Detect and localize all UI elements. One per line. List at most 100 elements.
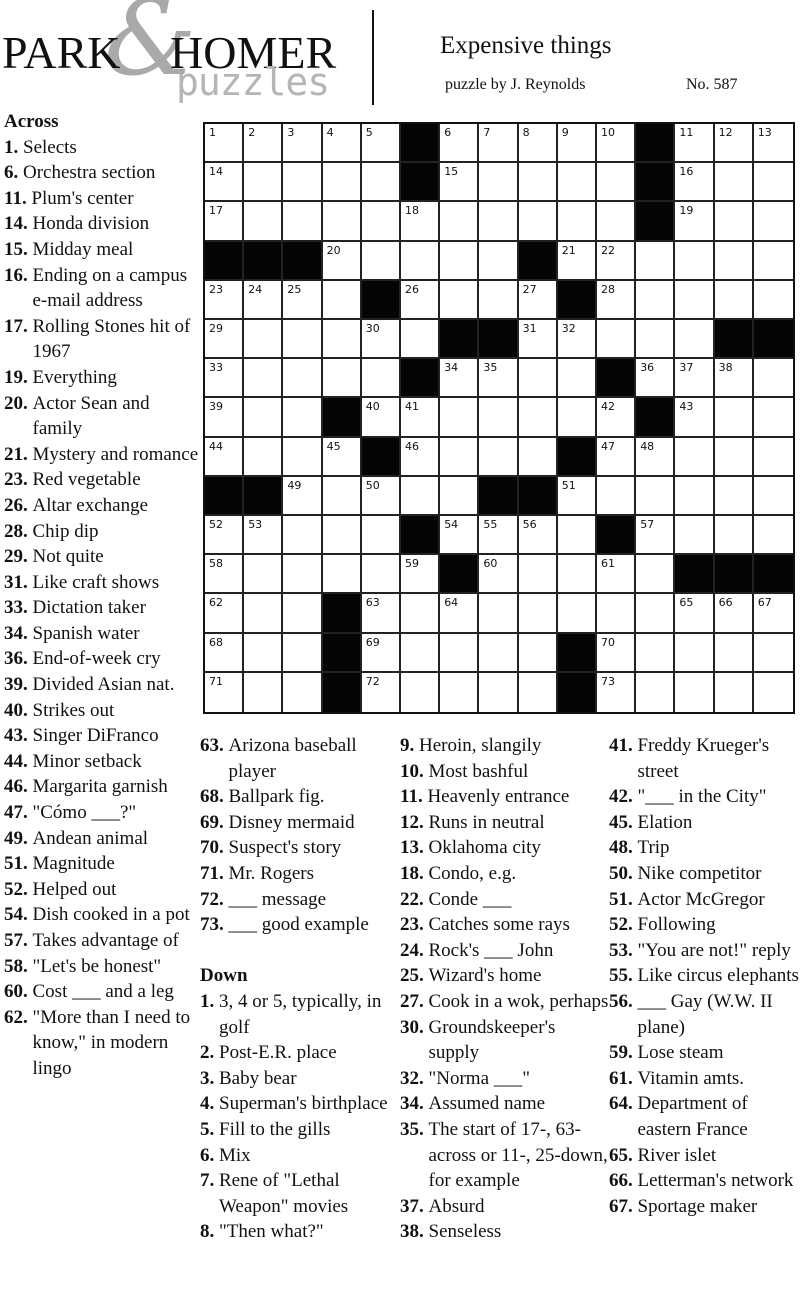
grid-cell[interactable]: 24 xyxy=(244,280,284,320)
grid-cell[interactable]: 16 xyxy=(675,163,715,203)
grid-cell[interactable]: 49 xyxy=(283,476,323,516)
grid-cell[interactable]: 3 xyxy=(283,124,323,164)
grid-cell[interactable]: 71 xyxy=(205,672,245,712)
grid-cell[interactable]: 65 xyxy=(675,594,715,634)
grid-cell[interactable] xyxy=(675,280,715,320)
grid-cell[interactable]: 57 xyxy=(636,516,676,556)
clue-item[interactable]: 58. "Let's be honest" xyxy=(4,954,199,980)
grid-cell[interactable] xyxy=(361,241,401,281)
grid-cell[interactable]: 46 xyxy=(401,437,441,477)
clue-item[interactable]: 63. Arizona baseball player xyxy=(200,733,400,784)
grid-cell[interactable] xyxy=(636,672,676,712)
grid-cell[interactable]: 29 xyxy=(205,320,245,360)
grid-cell[interactable] xyxy=(518,359,558,399)
grid-cell[interactable]: 73 xyxy=(597,672,637,712)
grid-cell[interactable]: 43 xyxy=(675,398,715,438)
clue-item[interactable]: 67. Sportage maker xyxy=(609,1194,800,1220)
grid-cell[interactable] xyxy=(675,437,715,477)
grid-cell[interactable]: 38 xyxy=(714,359,754,399)
grid-cell[interactable]: 50 xyxy=(361,476,401,516)
clue-item[interactable]: 55. Like circus elephants xyxy=(609,963,800,989)
grid-cell[interactable]: 10 xyxy=(597,124,637,164)
grid-cell[interactable]: 60 xyxy=(479,555,519,595)
grid-cell[interactable] xyxy=(557,359,597,399)
grid-cell[interactable] xyxy=(244,163,284,203)
clue-item[interactable]: 22. Conde ___ xyxy=(400,887,610,913)
grid-cell[interactable] xyxy=(322,280,362,320)
grid-cell[interactable] xyxy=(479,163,519,203)
grid-cell[interactable]: 30 xyxy=(361,320,401,360)
grid-cell[interactable] xyxy=(283,437,323,477)
grid-cell[interactable]: 7 xyxy=(479,124,519,164)
grid-cell[interactable]: 52 xyxy=(205,516,245,556)
grid-cell[interactable]: 69 xyxy=(361,633,401,673)
grid-cell[interactable] xyxy=(518,202,558,242)
grid-cell[interactable]: 21 xyxy=(557,241,597,281)
grid-cell[interactable] xyxy=(675,516,715,556)
grid-cell[interactable] xyxy=(557,398,597,438)
grid-cell[interactable] xyxy=(714,476,754,516)
grid-cell[interactable] xyxy=(753,437,793,477)
grid-cell[interactable] xyxy=(714,398,754,438)
clue-item[interactable]: 45. Elation xyxy=(609,810,800,836)
grid-cell[interactable]: 68 xyxy=(205,633,245,673)
clue-item[interactable]: 42. "___ in the City" xyxy=(609,784,800,810)
grid-cell[interactable] xyxy=(440,672,480,712)
clue-item[interactable]: 61. Vitamin amts. xyxy=(609,1066,800,1092)
grid-cell[interactable] xyxy=(597,594,637,634)
clue-item[interactable]: 11. Plum's center xyxy=(4,186,199,212)
grid-cell[interactable] xyxy=(322,359,362,399)
clue-item[interactable]: 19. Everything xyxy=(4,365,199,391)
grid-cell[interactable] xyxy=(479,633,519,673)
clue-item[interactable]: 62. "More than I need to know," in moder… xyxy=(4,1005,199,1082)
grid-cell[interactable]: 17 xyxy=(205,202,245,242)
grid-cell[interactable] xyxy=(361,359,401,399)
clue-item[interactable]: 12. Runs in neutral xyxy=(400,810,610,836)
grid-cell[interactable] xyxy=(322,516,362,556)
grid-cell[interactable]: 5 xyxy=(361,124,401,164)
grid-cell[interactable]: 56 xyxy=(518,516,558,556)
grid-cell[interactable]: 15 xyxy=(440,163,480,203)
grid-cell[interactable] xyxy=(479,202,519,242)
grid-cell[interactable] xyxy=(636,320,676,360)
grid-cell[interactable] xyxy=(753,280,793,320)
grid-cell[interactable] xyxy=(518,555,558,595)
grid-cell[interactable] xyxy=(636,280,676,320)
grid-cell[interactable] xyxy=(636,476,676,516)
clue-item[interactable]: 24. Rock's ___ John xyxy=(400,938,610,964)
grid-cell[interactable] xyxy=(675,241,715,281)
grid-cell[interactable] xyxy=(518,163,558,203)
grid-cell[interactable]: 31 xyxy=(518,320,558,360)
grid-cell[interactable] xyxy=(753,359,793,399)
grid-cell[interactable]: 4 xyxy=(322,124,362,164)
grid-cell[interactable] xyxy=(283,594,323,634)
grid-cell[interactable] xyxy=(440,241,480,281)
grid-cell[interactable] xyxy=(479,241,519,281)
grid-cell[interactable] xyxy=(518,672,558,712)
grid-cell[interactable] xyxy=(753,398,793,438)
clue-item[interactable]: 33. Dictation taker xyxy=(4,595,199,621)
grid-cell[interactable]: 1 xyxy=(205,124,245,164)
grid-cell[interactable] xyxy=(322,476,362,516)
clue-item[interactable]: 44. Minor setback xyxy=(4,749,199,775)
grid-cell[interactable] xyxy=(753,633,793,673)
grid-cell[interactable]: 8 xyxy=(518,124,558,164)
grid-cell[interactable]: 47 xyxy=(597,437,637,477)
clue-item[interactable]: 64. Department of eastern France xyxy=(609,1091,800,1142)
grid-cell[interactable]: 32 xyxy=(557,320,597,360)
clue-item[interactable]: 59. Lose steam xyxy=(609,1040,800,1066)
clue-item[interactable]: 2. Post-E.R. place xyxy=(200,1040,400,1066)
grid-cell[interactable] xyxy=(322,320,362,360)
clue-item[interactable]: 23. Red vegetable xyxy=(4,467,199,493)
clue-item[interactable]: 18. Condo, e.g. xyxy=(400,861,610,887)
clue-item[interactable]: 1. Selects xyxy=(4,135,199,161)
clue-item[interactable]: 57. Takes advantage of xyxy=(4,928,199,954)
grid-cell[interactable]: 27 xyxy=(518,280,558,320)
grid-cell[interactable] xyxy=(714,202,754,242)
grid-cell[interactable]: 14 xyxy=(205,163,245,203)
clue-item[interactable]: 26. Altar exchange xyxy=(4,493,199,519)
grid-cell[interactable] xyxy=(479,280,519,320)
grid-cell[interactable]: 19 xyxy=(675,202,715,242)
grid-cell[interactable]: 28 xyxy=(597,280,637,320)
grid-cell[interactable] xyxy=(518,437,558,477)
